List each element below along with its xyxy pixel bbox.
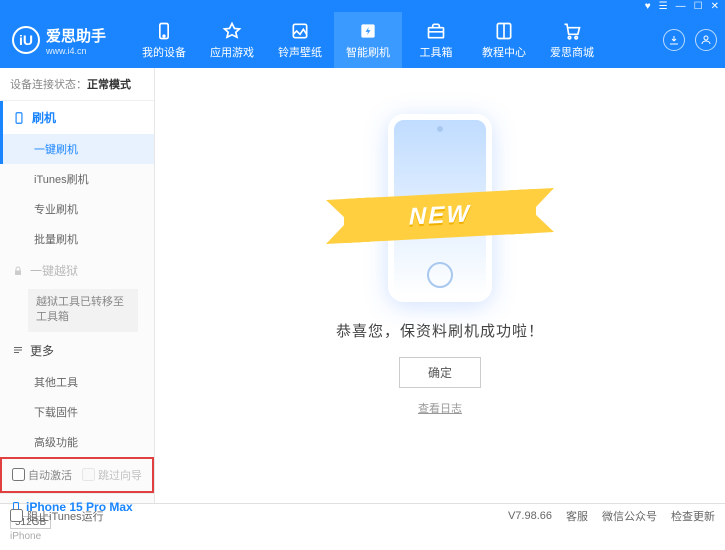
nav-label: 工具箱 — [420, 44, 453, 60]
view-log-link[interactable]: 查看日志 — [418, 400, 462, 416]
logo-icon: iU — [12, 26, 40, 54]
nav-tutorials[interactable]: 教程中心 — [470, 12, 538, 68]
sidebar-item-pro[interactable]: 专业刷机 — [0, 194, 154, 224]
main-panel: NEW 恭喜您，保资料刷机成功啦！ 确定 查看日志 — [155, 68, 725, 503]
checkbox-label: 跳过向导 — [98, 467, 142, 483]
nav-toolbox[interactable]: 工具箱 — [402, 12, 470, 68]
header: iU 爱思助手 www.i4.cn 我的设备 应用游戏 铃声壁纸 智能刷机 工具… — [0, 12, 725, 68]
jailbreak-note: 越狱工具已转移至工具箱 — [28, 289, 138, 332]
nav-label: 我的设备 — [142, 44, 186, 60]
top-nav: 我的设备 应用游戏 铃声壁纸 智能刷机 工具箱 教程中心 爱思商城 — [130, 12, 663, 68]
header-actions — [663, 29, 717, 51]
section-more[interactable]: 更多 — [0, 334, 154, 367]
block-itunes-checkbox[interactable]: 阻止iTunes运行 — [10, 508, 104, 524]
nav-smart-flash[interactable]: 智能刷机 — [334, 12, 402, 68]
list-icon — [12, 344, 24, 356]
ok-button[interactable]: 确定 — [399, 357, 481, 388]
section-flash[interactable]: 刷机 — [0, 101, 154, 134]
sidebar-item-itunes[interactable]: iTunes刷机 — [0, 164, 154, 194]
sidebar-item-advanced[interactable]: 高级功能 — [0, 427, 154, 457]
customer-service-link[interactable]: 客服 — [566, 508, 588, 524]
sidebar-item-other-tools[interactable]: 其他工具 — [0, 367, 154, 397]
nav-label: 应用游戏 — [210, 44, 254, 60]
version-label: V7.98.66 — [508, 510, 552, 522]
sidebar-item-oneclick[interactable]: 一键刷机 — [0, 134, 154, 164]
nav-label: 爱思商城 — [550, 44, 594, 60]
skip-setup-checkbox[interactable]: 跳过向导 — [82, 467, 142, 483]
status-prefix: 设备连接状态： — [10, 79, 87, 91]
app-icon — [222, 21, 242, 41]
wechat-link[interactable]: 微信公众号 — [602, 508, 657, 524]
titlebar: ♥ ☰ — ☐ ✕ — [0, 0, 725, 12]
close-icon[interactable]: ✕ — [711, 1, 719, 12]
section-title: 一键越狱 — [30, 262, 78, 279]
nav-label: 铃声壁纸 — [278, 44, 322, 60]
auto-activate-checkbox[interactable]: 自动激活 — [12, 467, 72, 483]
menu-icon[interactable]: ☰ — [659, 1, 668, 12]
toolbox-icon — [426, 21, 446, 41]
sidebar-item-download-fw[interactable]: 下载固件 — [0, 397, 154, 427]
logo-url: www.i4.cn — [46, 46, 106, 56]
checkbox-label: 自动激活 — [28, 467, 72, 483]
phone-icon — [154, 21, 174, 41]
minimize-icon[interactable]: — — [676, 1, 686, 12]
sidebar-item-batch[interactable]: 批量刷机 — [0, 224, 154, 254]
section-jailbreak[interactable]: 一键越狱 — [0, 254, 154, 287]
phone-icon — [12, 111, 26, 125]
nav-my-device[interactable]: 我的设备 — [130, 12, 198, 68]
nav-store[interactable]: 爱思商城 — [538, 12, 606, 68]
options-box: 自动激活 跳过向导 — [0, 457, 154, 493]
download-icon — [668, 34, 680, 46]
new-ribbon: NEW — [344, 189, 536, 243]
logo: iU 爱思助手 www.i4.cn — [12, 25, 106, 56]
image-icon — [290, 21, 310, 41]
user-icon — [700, 34, 712, 46]
lock-icon — [12, 265, 24, 277]
device-status: 设备连接状态：正常模式 — [0, 68, 154, 101]
nav-label: 智能刷机 — [346, 44, 390, 60]
device-type: iPhone — [10, 531, 144, 542]
cart-icon — [562, 21, 582, 41]
check-update-link[interactable]: 检查更新 — [671, 508, 715, 524]
nav-ringtone-wallpaper[interactable]: 铃声壁纸 — [266, 12, 334, 68]
status-value: 正常模式 — [87, 79, 131, 91]
sidebar: 设备连接状态：正常模式 刷机 一键刷机 iTunes刷机 专业刷机 批量刷机 一… — [0, 68, 155, 503]
gift-icon[interactable]: ♥ — [645, 1, 651, 12]
nav-apps-games[interactable]: 应用游戏 — [198, 12, 266, 68]
logo-title: 爱思助手 — [46, 25, 106, 46]
success-illustration: NEW — [360, 108, 520, 308]
maximize-icon[interactable]: ☐ — [694, 1, 703, 12]
section-title: 更多 — [30, 342, 54, 359]
book-icon — [494, 21, 514, 41]
checkbox-label: 阻止iTunes运行 — [27, 508, 104, 524]
user-button[interactable] — [695, 29, 717, 51]
nav-label: 教程中心 — [482, 44, 526, 60]
section-title: 刷机 — [32, 109, 56, 126]
flash-icon — [358, 21, 378, 41]
download-button[interactable] — [663, 29, 685, 51]
success-message: 恭喜您，保资料刷机成功啦！ — [336, 320, 544, 341]
